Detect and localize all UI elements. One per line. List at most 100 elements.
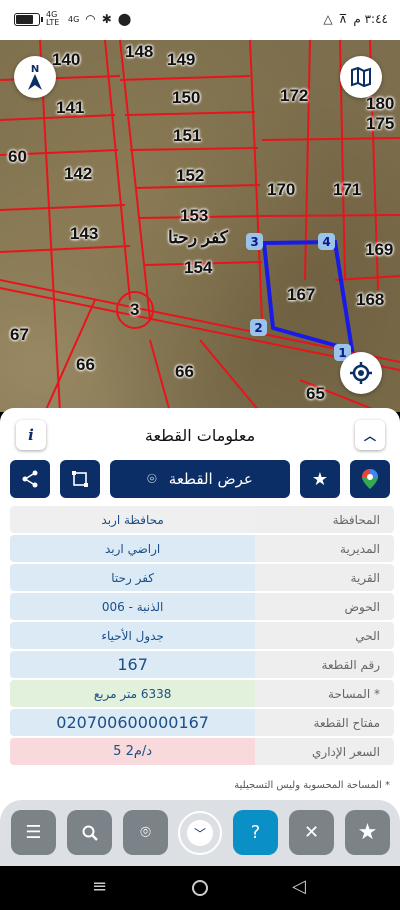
- label-plot-number: رقم القطعة: [255, 651, 394, 678]
- label-plot-key: مفتاح القطعة: [255, 709, 394, 736]
- search-button[interactable]: [67, 810, 112, 855]
- row-plot-number: 167 رقم القطعة: [10, 651, 394, 678]
- help-button[interactable]: ?: [233, 810, 278, 855]
- home-nav-icon[interactable]: [192, 880, 208, 896]
- label-neighborhood: الحي: [255, 622, 394, 649]
- row-area: 6338 متر مربع المساحة *: [10, 680, 394, 707]
- map-layers-button[interactable]: [340, 56, 382, 98]
- value-neighborhood: جدول الأحياء: [10, 622, 256, 649]
- plot-170[interactable]: 170: [267, 180, 295, 200]
- show-plot-button[interactable]: ⌾ عرض القطعة: [110, 460, 290, 498]
- star-icon: ★: [311, 468, 329, 490]
- map-icon: [351, 66, 371, 88]
- plot-141[interactable]: 141: [56, 98, 84, 118]
- location-target-icon: [350, 362, 372, 384]
- plot-info-table: محافظة اربد المحافظة اراضي اربد المديرية…: [10, 504, 394, 767]
- map-view[interactable]: 140 148 149 141 150 172 180 175 60 142 1…: [0, 40, 400, 412]
- android-nav-bar: ≡ ◁: [0, 866, 400, 910]
- plot-66-right[interactable]: 66: [175, 362, 194, 382]
- favorites-button[interactable]: ★: [345, 810, 390, 855]
- chevron-down-icon: ﹀: [187, 820, 213, 846]
- plot-167[interactable]: 167: [287, 285, 315, 305]
- back-nav-icon[interactable]: ◁: [292, 876, 306, 897]
- plot-171[interactable]: 171: [333, 180, 361, 200]
- plot-154[interactable]: 154: [184, 258, 212, 278]
- show-plot-label: عرض القطعة: [168, 470, 253, 488]
- value-admin-price: 5 د/م2: [10, 738, 256, 765]
- share-button[interactable]: [10, 460, 50, 498]
- plot-149[interactable]: 149: [167, 50, 195, 70]
- label-directorate: المديرية: [255, 535, 394, 562]
- village-label: كفر رحتا: [168, 228, 228, 247]
- pin-search-button[interactable]: ⌾: [123, 810, 168, 855]
- battery-icon: [14, 12, 43, 26]
- bluetooth-icon: ✱: [101, 12, 112, 26]
- status-right: △ ⊼ ٣:٤٤ م: [323, 12, 388, 26]
- help-icon: ?: [250, 822, 261, 843]
- row-admin-price: 5 د/م2 السعر الإداري: [10, 738, 394, 765]
- value-plot-key: 020700600000167: [10, 709, 256, 736]
- plot-142[interactable]: 142: [64, 164, 92, 184]
- row-plot-key: 020700600000167 مفتاح القطعة: [10, 709, 394, 736]
- label-basin: الحوض: [255, 593, 394, 620]
- plot-3[interactable]: 3: [130, 300, 139, 320]
- plot-168[interactable]: 168: [356, 290, 384, 310]
- label-governorate: المحافظة: [255, 506, 394, 533]
- boundary-icon: [72, 471, 88, 487]
- tools-button[interactable]: ✕: [289, 810, 334, 855]
- vertex-4[interactable]: 4: [318, 233, 335, 250]
- value-governorate: محافظة اربد: [10, 506, 256, 533]
- boundary-button[interactable]: [60, 460, 100, 498]
- value-village: كفر رحتا: [10, 564, 256, 591]
- compass-button[interactable]: N: [14, 56, 56, 98]
- google-maps-button[interactable]: [350, 460, 390, 498]
- chevron-up-icon: ︿: [363, 428, 376, 443]
- plot-172[interactable]: 172: [280, 86, 308, 106]
- plot-152[interactable]: 152: [176, 166, 204, 186]
- favorites-star-icon: ★: [357, 820, 378, 845]
- plot-140[interactable]: 140: [52, 50, 80, 70]
- pin-icon: ⌾: [147, 469, 157, 488]
- plot-143[interactable]: 143: [70, 224, 98, 244]
- plot-153[interactable]: 153: [180, 206, 208, 226]
- location-icon: ⬤: [117, 12, 132, 26]
- my-location-button[interactable]: [340, 352, 382, 394]
- network-label: 4G LTE: [46, 10, 60, 27]
- plot-180[interactable]: 180: [366, 94, 394, 114]
- menu-nav-icon[interactable]: ≡: [92, 876, 107, 897]
- plot-info-panel: i معلومات القطعة ︿ ⌾ عرض القطعة ★ محافظة: [0, 408, 400, 866]
- plot-150[interactable]: 150: [172, 88, 200, 108]
- label-admin-price: السعر الإداري: [255, 738, 394, 765]
- vertex-3[interactable]: 3: [246, 233, 263, 250]
- plot-151[interactable]: 151: [173, 126, 201, 146]
- list-button[interactable]: ☰: [11, 810, 56, 855]
- plot-65[interactable]: 65: [306, 384, 325, 404]
- network-label-2: 4G: [68, 14, 80, 24]
- tools-icon: ✕: [303, 822, 320, 843]
- wifi-icon: ◠: [85, 12, 96, 26]
- plot-66-left[interactable]: 66: [76, 355, 95, 375]
- label-area: المساحة *: [255, 680, 394, 707]
- value-area: 6338 متر مربع: [10, 680, 256, 707]
- vertex-2[interactable]: 2: [250, 319, 267, 336]
- status-bar: 4G LTE 4G ◠ ✱ ⬤ △ ⊼ ٣:٤٤ م: [0, 0, 400, 40]
- expand-toggle-button[interactable]: ﹀: [178, 811, 222, 855]
- panel-title: معلومات القطعة: [144, 426, 256, 445]
- compass-letter: N: [31, 64, 39, 75]
- status-left: 4G LTE 4G ◠ ✱ ⬤: [14, 11, 131, 27]
- compass-icon: N: [28, 64, 42, 90]
- plot-169[interactable]: 169: [365, 240, 393, 260]
- clock: ٣:٤٤ م: [353, 12, 388, 26]
- plot-67[interactable]: 67: [10, 325, 29, 345]
- share-icon: [22, 470, 38, 488]
- value-directorate: اراضي اربد: [10, 535, 256, 562]
- plot-148[interactable]: 148: [125, 42, 153, 62]
- list-icon: ☰: [25, 822, 42, 843]
- collapse-button[interactable]: ︿: [355, 420, 385, 450]
- plot-175[interactable]: 175: [366, 114, 394, 134]
- row-neighborhood: جدول الأحياء الحي: [10, 622, 394, 649]
- value-plot-number: 167: [10, 651, 256, 678]
- plot-60[interactable]: 60: [8, 147, 27, 167]
- row-village: كفر رحتا القرية: [10, 564, 394, 591]
- favorite-button[interactable]: ★: [300, 460, 340, 498]
